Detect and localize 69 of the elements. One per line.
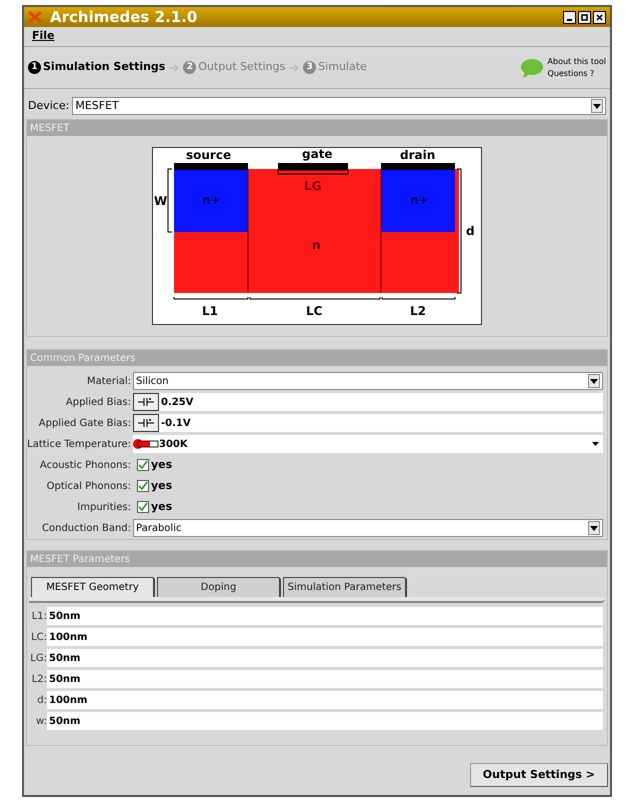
parameter-input[interactable]: 50nm (47, 649, 603, 667)
step-number: 2 (183, 61, 196, 74)
field-label: w: (34, 714, 47, 728)
next-button[interactable]: Output Settings > (470, 763, 608, 787)
field-label: LC: (30, 630, 47, 644)
checkbox[interactable] (137, 459, 149, 471)
capacitor-icon (133, 393, 159, 411)
tab[interactable]: MESFET Geometry (31, 577, 155, 597)
device-label: Device: (28, 98, 70, 114)
step-label[interactable]: Simulation Settings (43, 59, 166, 76)
help-link[interactable]: Questions ? (548, 68, 606, 80)
parameter-input[interactable]: 100nm (47, 628, 603, 646)
diagram-label: L1 (202, 305, 218, 317)
parameter-label: Optical Phonons: (46, 480, 132, 494)
parameter-label: Acoustic Phonons: (38, 458, 132, 472)
section-header: MESFET Parameters (27, 551, 607, 567)
parameter-label: Applied Gate Bias: (38, 416, 132, 430)
diagram-label: W (154, 195, 168, 207)
window-title: Archimedes 2.1.0 (50, 6, 198, 28)
w-bracket (168, 168, 172, 232)
step-number: 3 (303, 61, 316, 74)
parameter-dropdown[interactable]: Silicon (133, 372, 603, 390)
parameter-input[interactable]: 0.25V (159, 393, 603, 411)
diagram-label: d (466, 225, 475, 237)
diagram-label: n+ (410, 194, 429, 206)
field-label: LG: (29, 652, 47, 666)
diagram-label: source (186, 149, 232, 161)
step-number: 1 (28, 61, 41, 74)
capacitor-icon (133, 414, 159, 432)
diagram-label: LC (306, 305, 322, 317)
diagram-label: n (312, 239, 321, 251)
checkbox-label: yes (151, 456, 172, 473)
checkbox-label: yes (151, 498, 172, 515)
parameter-label: Lattice Temperature: (27, 438, 132, 452)
diagram-label: L2 (410, 305, 426, 317)
arrow-icon (289, 64, 300, 72)
parameter-label: Applied Bias: (64, 396, 132, 410)
section-header: Common Parameters (27, 350, 607, 366)
parameter-label: Conduction Band: (41, 522, 132, 536)
checkbox[interactable] (137, 501, 149, 513)
parameter-label: Impurities: (76, 500, 132, 514)
parameter-input[interactable]: 100nm (47, 691, 603, 709)
minimize-icon[interactable] (563, 10, 576, 24)
tab[interactable]: Simulation Parameters (283, 577, 407, 597)
field-label: L1: (30, 610, 47, 624)
diagram-label: drain (400, 149, 436, 161)
diagram-label: gate (302, 148, 333, 160)
device-dropdown[interactable]: MESFET (72, 97, 606, 115)
parameter-input[interactable]: 50nm (47, 607, 603, 625)
dropdown-arrow-icon[interactable] (592, 442, 599, 446)
field-label: d: (36, 694, 47, 708)
parameter-dropdown[interactable]: Parabolic (133, 519, 603, 537)
diagram-label: n+ (202, 194, 221, 206)
arrow-icon (169, 64, 180, 72)
x-logo-icon (28, 11, 42, 23)
close-icon[interactable] (593, 10, 606, 24)
checkbox-label: yes (151, 478, 172, 494)
tab[interactable]: Doping (157, 577, 281, 597)
parameter-input[interactable]: 50nm (47, 712, 603, 730)
parameter-input[interactable]: -0.1V (159, 414, 603, 432)
parameter-label: Material: (86, 374, 132, 388)
field-label: L2: (30, 672, 47, 686)
parameter-input[interactable]: 50nm (47, 670, 603, 688)
maximize-icon[interactable] (578, 10, 591, 24)
diagram-label: LG (304, 180, 322, 192)
help-link[interactable]: About this tool (548, 56, 606, 68)
section-header: MESFET (27, 120, 607, 136)
checkbox[interactable] (137, 480, 149, 492)
menu-item[interactable]: File (28, 28, 59, 45)
